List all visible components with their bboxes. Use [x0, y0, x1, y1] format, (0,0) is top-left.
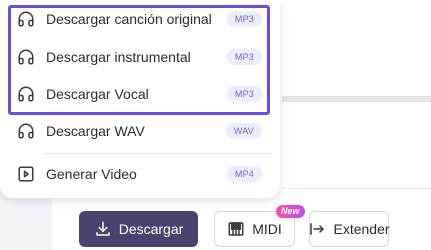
menu-item-download-instrumental[interactable]: Descargar instrumental MP3 — [8, 39, 270, 75]
menu-item-label: Descargar instrumental — [46, 49, 191, 65]
download-icon — [94, 220, 112, 238]
download-button[interactable]: Descargar — [79, 211, 198, 247]
headphones-icon — [16, 121, 36, 141]
menu-item-label: Generar Video — [46, 166, 137, 182]
menu-item-label: Descargar Vocal — [46, 86, 149, 102]
menu-item-download-vocal[interactable]: Descargar Vocal MP3 — [8, 76, 270, 112]
menu-divider — [44, 153, 270, 154]
format-badge: MP3 — [226, 49, 262, 65]
download-options-menu: Descargar canción original MP3 Descargar… — [0, 0, 280, 198]
download-button-label: Descargar — [118, 221, 184, 237]
play-video-icon — [16, 164, 36, 184]
right-panel-bar — [282, 96, 431, 102]
format-badge: MP3 — [226, 11, 262, 27]
right-panel-divider — [282, 188, 431, 189]
headphones-icon — [16, 84, 36, 104]
headphones-icon — [16, 47, 36, 67]
menu-item-generate-video[interactable]: Generar Video MP4 — [8, 156, 270, 192]
new-badge: New — [276, 205, 305, 218]
menu-item-download-original[interactable]: Descargar canción original MP3 — [8, 1, 270, 37]
headphones-icon — [16, 9, 36, 29]
extend-button[interactable]: Extender — [308, 211, 390, 247]
format-badge: MP3 — [226, 86, 262, 102]
format-badge: WAV — [225, 123, 262, 139]
midi-button-label: MIDI — [252, 221, 282, 237]
menu-item-label: Descargar canción original — [46, 11, 212, 27]
menu-item-download-wav[interactable]: Descargar WAV WAV — [8, 113, 270, 149]
extend-arrow-icon — [308, 220, 326, 238]
menu-item-label: Descargar WAV — [46, 123, 145, 139]
extend-button-label: Extender — [333, 221, 390, 237]
format-badge: MP4 — [226, 166, 262, 182]
piano-keys-icon — [227, 220, 245, 238]
